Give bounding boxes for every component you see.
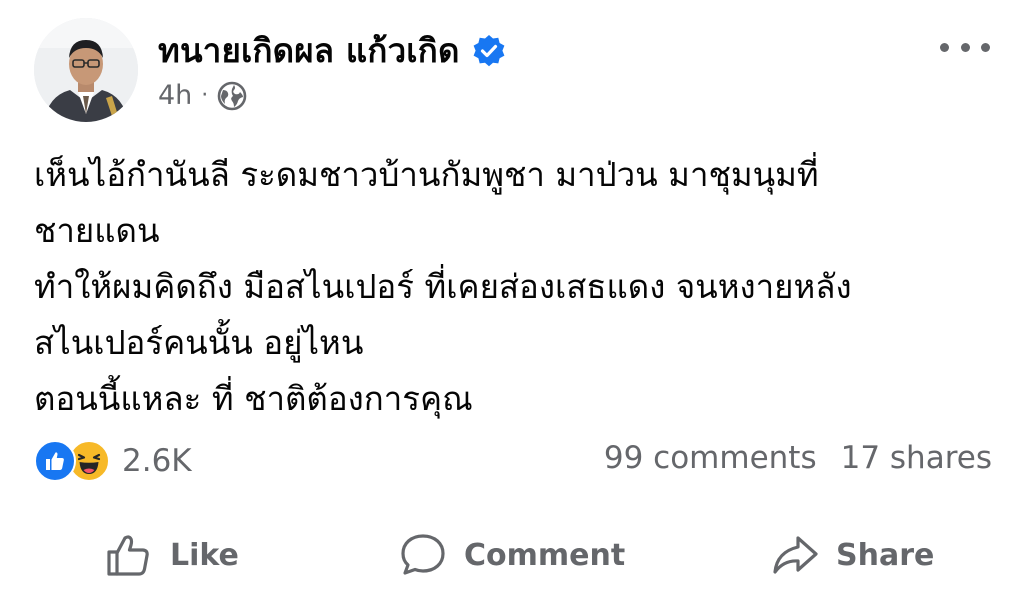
author-name[interactable]: ทนายเกิดผล แก้วเกิด — [158, 24, 460, 77]
share-label: Share — [836, 537, 935, 573]
post-text-line: ชายแดน — [34, 211, 160, 250]
comments-count-link[interactable]: 99 comments — [604, 440, 817, 476]
more-dot — [960, 42, 970, 52]
more-dot — [940, 42, 949, 52]
shares-count-link[interactable]: 17 shares — [841, 440, 992, 476]
facebook-post: ทนายเกิดผล แก้วเกิด 4h · เห็นไอ้กำนันลี … — [0, 0, 1024, 598]
author-name-row: ทนายเกิดผล แก้วเกิด — [158, 24, 506, 77]
post-timestamp[interactable]: 4h — [158, 80, 192, 111]
globe-icon[interactable] — [217, 81, 247, 111]
author-avatar[interactable] — [34, 18, 138, 122]
post-text: เห็นไอ้กำนันลี ระดมชาวบ้านกัมพูชา มาป่วน… — [34, 147, 994, 427]
comment-share-counts: 99 comments 17 shares — [604, 440, 992, 476]
more-options-icon[interactable] — [940, 36, 990, 58]
comment-button[interactable]: Comment — [398, 520, 625, 590]
post-text-line: เห็นไอ้กำนันลี ระดมชาวบ้านกัมพูชา มาป่วน… — [34, 155, 819, 194]
post-text-line: ทำให้ผมคิดถึง มือสไนเปอร์ ที่เคยส่องเสธแ… — [34, 267, 852, 306]
verified-badge-icon — [472, 34, 506, 68]
post-action-bar: Like Comment Share — [0, 520, 1024, 590]
like-label: Like — [170, 537, 239, 573]
reaction-summary[interactable]: 2.6K — [34, 440, 192, 482]
thumbs-up-icon — [107, 535, 149, 576]
like-reaction-icon — [34, 440, 76, 482]
comment-label: Comment — [464, 537, 626, 573]
share-button[interactable]: Share — [770, 520, 934, 590]
meta-separator: · — [201, 83, 209, 108]
post-text-line: สไนเปอร์คนนั้น อยู่ไหน — [34, 323, 364, 362]
engagement-stats: 2.6K 99 comments 17 shares — [34, 440, 992, 484]
reaction-count: 2.6K — [122, 443, 192, 479]
more-dot — [981, 42, 990, 52]
share-arrow-icon — [773, 536, 818, 574]
post-meta: 4h · — [158, 80, 247, 111]
post-text-line: ตอนนี้แหละ ที่ ชาติต้องการคุณ — [34, 379, 473, 418]
like-button[interactable]: Like — [104, 520, 239, 590]
comment-bubble-icon — [401, 534, 445, 575]
